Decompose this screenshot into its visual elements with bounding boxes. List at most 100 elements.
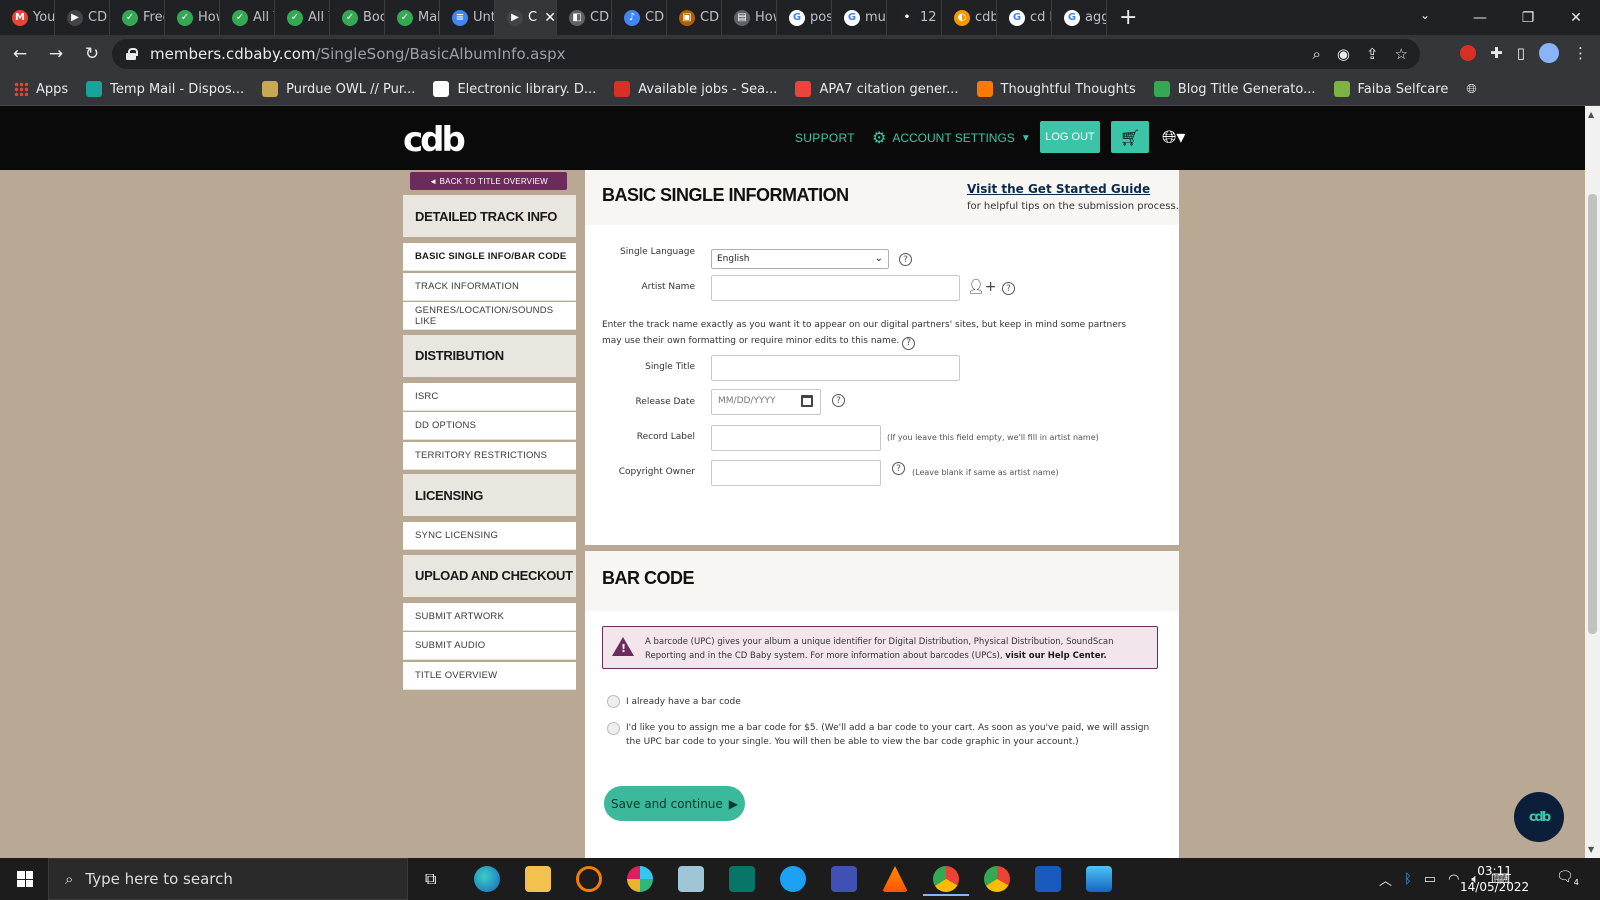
extension-badge-icon[interactable] bbox=[1460, 45, 1477, 61]
notification-center-icon[interactable]: 🗨︎4 bbox=[1556, 869, 1579, 887]
reload-icon[interactable]: ↻ bbox=[76, 44, 108, 64]
browser-tab[interactable]: ≡ Unti bbox=[440, 0, 495, 35]
sidebar-item[interactable]: GENRES/LOCATION/SOUNDS LIKE bbox=[403, 302, 576, 330]
language-select[interactable]: English ⌄ bbox=[711, 249, 889, 269]
browser-tab[interactable]: ✓ Boo bbox=[330, 0, 385, 35]
address-bar[interactable]: members.cdbaby.com/SingleSong/BasicAlbum… bbox=[112, 39, 1420, 69]
page-scrollbar[interactable]: ▲ ▼ bbox=[1585, 106, 1600, 858]
vlc-icon[interactable] bbox=[882, 866, 908, 892]
account-settings-menu[interactable]: ⚙ ACCOUNT SETTINGS ▼ bbox=[872, 128, 1031, 148]
sidebar-item[interactable]: TERRITORY RESTRICTIONS bbox=[403, 441, 576, 470]
calendar-icon[interactable] bbox=[801, 395, 813, 407]
browser-tab[interactable]: Gagg bbox=[1052, 0, 1107, 35]
task-view-icon[interactable]: ⧉ bbox=[425, 869, 436, 889]
browser-tab[interactable]: ♪ CD B bbox=[612, 0, 667, 35]
assign-barcode-label[interactable]: I'd like you to assign me a bar code for… bbox=[626, 721, 1161, 749]
wifi-icon[interactable]: ◠ bbox=[1448, 872, 1459, 887]
language-globe-icon[interactable]: 🌐︎▾ bbox=[1162, 127, 1185, 148]
close-window-icon[interactable]: ✕ bbox=[1552, 10, 1600, 26]
file-explorer-icon[interactable] bbox=[525, 866, 551, 892]
cart-button[interactable]: 🛒︎ bbox=[1111, 121, 1149, 153]
taskbar-search[interactable]: ⌕ Type here to search bbox=[48, 858, 408, 900]
save-and-continue-button[interactable]: Save and continue ▶ bbox=[604, 786, 745, 821]
artist-name-input[interactable] bbox=[711, 275, 960, 301]
sidebar-item[interactable]: TITLE OVERVIEW bbox=[403, 661, 576, 690]
help-center-link[interactable]: visit our Help Center. bbox=[1005, 651, 1106, 661]
browser-tab[interactable]: ▣ CD B bbox=[667, 0, 722, 35]
tab-search-chevron-icon[interactable]: ⌄ bbox=[1420, 8, 1430, 22]
browser-tab[interactable]: ▶ C ✕ bbox=[495, 0, 557, 35]
log-out-button[interactable]: LOG OUT bbox=[1040, 121, 1100, 153]
sidebar-item[interactable]: BASIC SINGLE INFO/BAR CODE bbox=[403, 243, 576, 271]
copyright-owner-input[interactable] bbox=[711, 460, 881, 486]
help-icon[interactable]: ? bbox=[899, 253, 912, 266]
edge-icon[interactable] bbox=[474, 866, 500, 892]
bookmark-item[interactable]: Blog Title Generato... bbox=[1153, 81, 1316, 97]
browser-tab[interactable]: ▶ CD B bbox=[55, 0, 110, 35]
taskbar-clock[interactable]: 03:11 14/05/2022 bbox=[1460, 863, 1529, 895]
help-icon[interactable]: ? bbox=[902, 336, 916, 350]
profile-avatar[interactable] bbox=[1539, 43, 1559, 63]
chat-support-button[interactable]: cdb bbox=[1514, 792, 1564, 842]
puzzle-extensions-icon[interactable]: ✚ bbox=[1490, 44, 1503, 62]
twitter-icon[interactable] bbox=[780, 866, 806, 892]
photos-icon[interactable] bbox=[1086, 866, 1112, 892]
browser-tab[interactable]: • 12 c bbox=[887, 0, 942, 35]
record-label-input[interactable] bbox=[711, 425, 881, 451]
browser-tab[interactable]: ◐ cdb bbox=[942, 0, 997, 35]
have-barcode-label[interactable]: I already have a bar code bbox=[626, 695, 741, 709]
share-icon[interactable]: ⇪ bbox=[1366, 45, 1379, 63]
browser-tab[interactable]: Gcd b bbox=[997, 0, 1052, 35]
browser-tab[interactable]: Gposi bbox=[777, 0, 832, 35]
sidebar-item[interactable]: SUBMIT ARTWORK bbox=[403, 602, 576, 631]
bookmark-item[interactable]: Temp Mail - Dispos... bbox=[86, 81, 244, 97]
release-date-input[interactable]: MM/DD/YYYY bbox=[711, 389, 821, 415]
assign-barcode-radio[interactable] bbox=[607, 722, 620, 735]
browser-tab[interactable]: ✓ How bbox=[165, 0, 220, 35]
browser-tab[interactable]: M Your bbox=[0, 0, 55, 35]
browser-tab[interactable]: ✓ All Y bbox=[220, 0, 275, 35]
chrome-profile-icon[interactable] bbox=[984, 866, 1010, 892]
bookmark-item[interactable]: Thoughtful Thoughts bbox=[976, 81, 1136, 97]
bookmark-item[interactable]: Electronic library. D... bbox=[433, 81, 596, 97]
notepad-icon[interactable] bbox=[831, 866, 857, 892]
help-icon[interactable]: ? bbox=[832, 394, 845, 407]
scroll-up-arrow-icon[interactable]: ▲ bbox=[1588, 110, 1594, 119]
sidebar-item[interactable]: DD OPTIONS bbox=[403, 412, 576, 440]
battery-icon[interactable]: ▭ bbox=[1424, 872, 1436, 887]
bookmark-star-icon[interactable]: ☆ bbox=[1395, 45, 1408, 63]
bookmark-item[interactable]: Faiba Selfcare bbox=[1333, 81, 1448, 97]
get-started-guide-link[interactable]: Visit the Get Started Guide bbox=[967, 182, 1150, 196]
support-link[interactable]: SUPPORT bbox=[795, 131, 855, 145]
sidebar-item[interactable]: TRACK INFORMATION bbox=[403, 272, 576, 301]
slack-icon[interactable] bbox=[627, 866, 653, 892]
bookmark-item[interactable]: Purdue OWL // Pur... bbox=[262, 81, 415, 97]
tray-chevron-up-icon[interactable]: ︿ bbox=[1379, 870, 1392, 889]
globe-bookmark-icon[interactable]: 🌐︎ bbox=[1466, 82, 1476, 97]
search-app-icon[interactable] bbox=[576, 866, 602, 892]
bookmark-item[interactable]: Available jobs - Sea... bbox=[614, 81, 777, 97]
back-to-title-overview-button[interactable]: ◄ BACK TO TITLE OVERVIEW bbox=[410, 172, 567, 190]
tracking-eye-icon[interactable]: ◉ bbox=[1337, 45, 1350, 63]
notes-app-icon[interactable] bbox=[678, 866, 704, 892]
browser-tab[interactable]: ▤ How bbox=[722, 0, 777, 35]
chrome-icon[interactable] bbox=[923, 866, 969, 896]
sidebar-item[interactable]: SUBMIT AUDIO bbox=[403, 632, 576, 660]
publisher-icon[interactable] bbox=[729, 866, 755, 892]
browser-tab[interactable]: Gmus bbox=[832, 0, 887, 35]
forward-arrow-icon[interactable]: → bbox=[40, 44, 72, 64]
windows-start-icon[interactable] bbox=[17, 871, 33, 887]
lock-icon[interactable] bbox=[126, 48, 138, 60]
word-icon[interactable] bbox=[1035, 866, 1061, 892]
restore-icon[interactable]: ❐ bbox=[1504, 10, 1552, 26]
have-barcode-radio[interactable] bbox=[607, 695, 620, 708]
scroll-thumb[interactable] bbox=[1588, 194, 1597, 634]
scroll-down-arrow-icon[interactable]: ▼ bbox=[1588, 845, 1594, 854]
kebab-menu-icon[interactable]: ⋮ bbox=[1573, 44, 1588, 62]
minimize-icon[interactable]: — bbox=[1456, 10, 1504, 26]
bookmark-item[interactable]: APA7 citation gener... bbox=[795, 81, 959, 97]
browser-tab[interactable]: ◧ CD B bbox=[557, 0, 612, 35]
browser-tab[interactable]: ✓ All Y bbox=[275, 0, 330, 35]
bluetooth-icon[interactable]: ᛒ bbox=[1404, 872, 1412, 887]
bookmark-item[interactable]: Apps bbox=[14, 82, 68, 97]
